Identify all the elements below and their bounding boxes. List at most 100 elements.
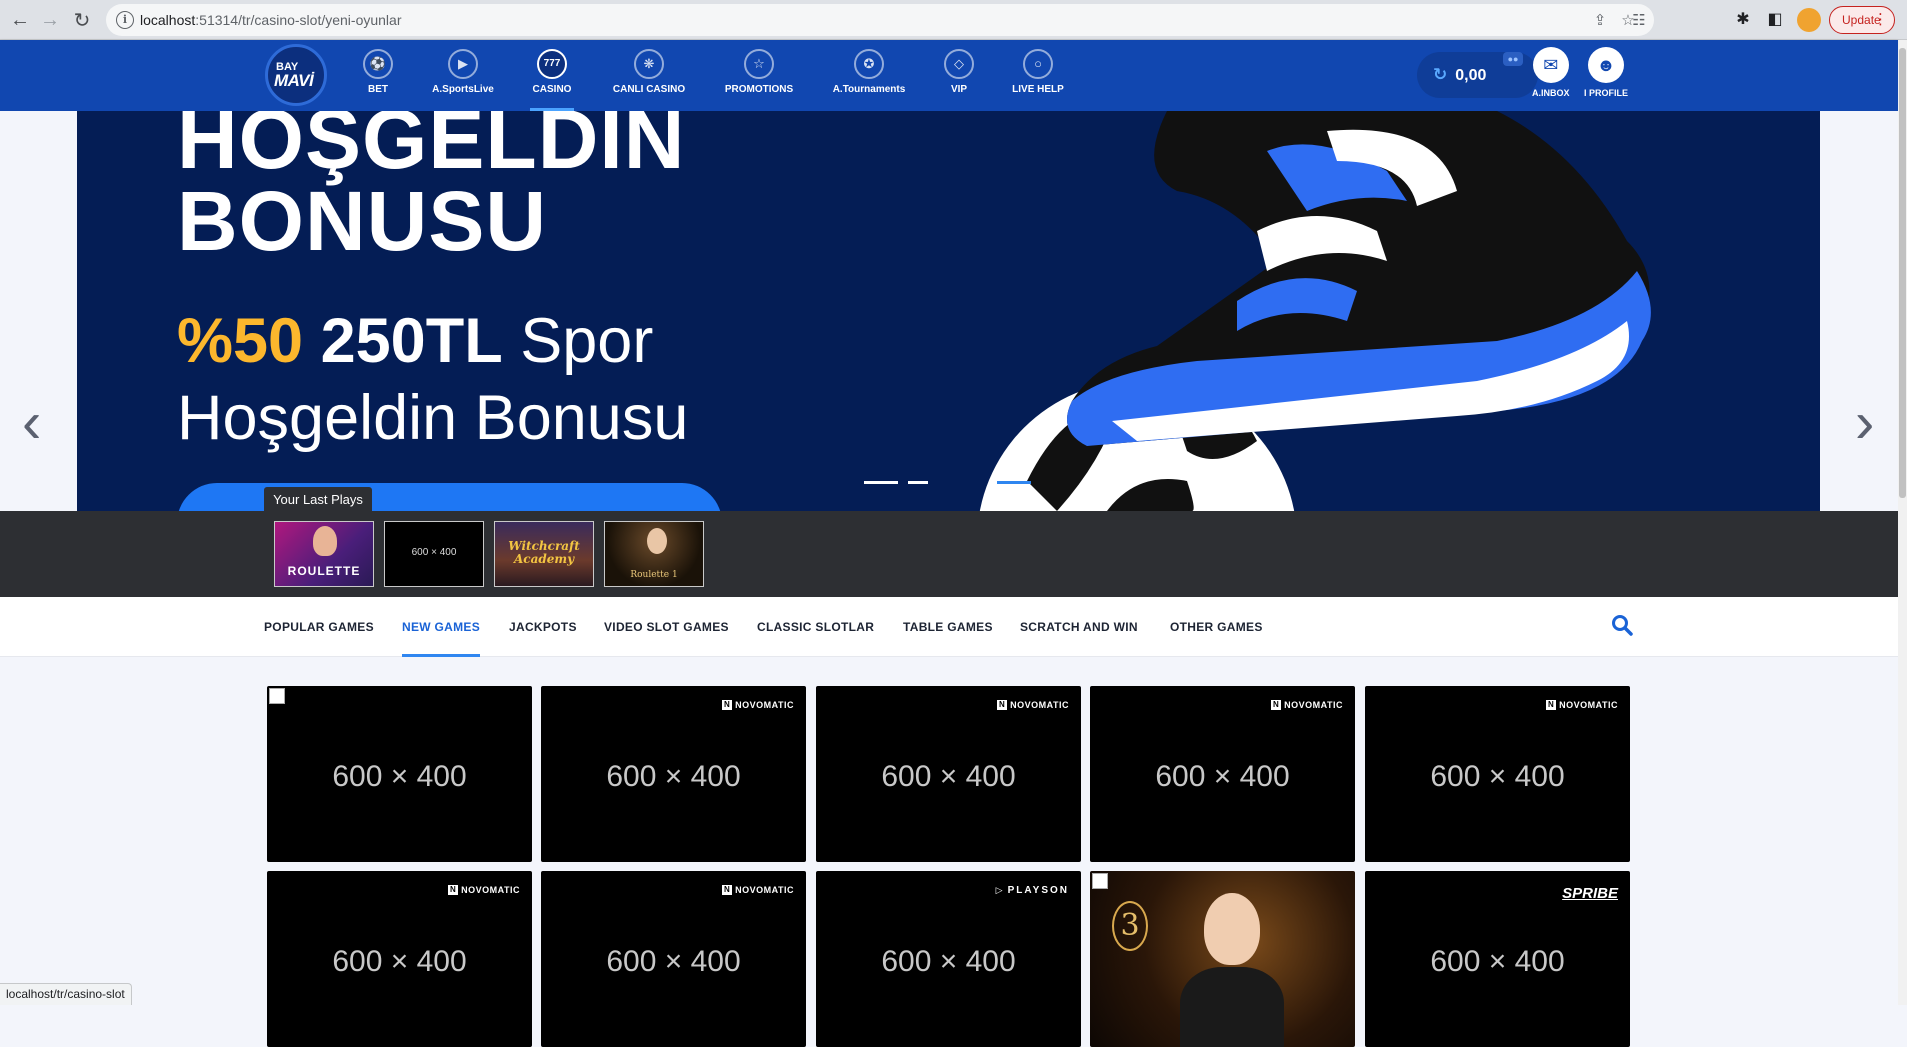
nav-label: PROMOTIONS [724, 84, 794, 95]
profile-avatar[interactable] [1797, 8, 1821, 32]
last-play-placeholder[interactable]: 600 × 400 [384, 521, 484, 587]
mask-icon: ●● [1503, 52, 1523, 66]
nav-tournaments[interactable]: ✪ A.Tournaments [830, 40, 908, 111]
chat-icon: ○ [1023, 49, 1053, 79]
game-card[interactable]: N NOVOMATIC 600 × 400 [1365, 686, 1630, 862]
last-play-label: 600 × 400 [411, 547, 457, 558]
hero-carousel: HOŞGELDİN BONUSU %50 250TL Spor Hoşgeldi… [0, 111, 1898, 605]
game-card[interactable]: N NOVOMATIC 600 × 400 [816, 686, 1081, 862]
carousel-prev-arrow[interactable]: ‹ [22, 394, 41, 452]
nav-promotions[interactable]: ☆ PROMOTIONS [722, 40, 796, 111]
nav-vip[interactable]: ◇ VIP [942, 40, 976, 111]
bookmark-star-icon[interactable]: ☆ [1618, 11, 1638, 31]
tab-table-games[interactable]: TABLE GAMES [903, 597, 993, 657]
last-play-roulette-1[interactable]: Roulette 1 [604, 521, 704, 587]
ball-icon: ⚽ [363, 49, 393, 79]
game-placeholder-text: 600 × 400 [881, 760, 1016, 793]
star-icon: ☆ [744, 49, 774, 79]
provider-name: PLAYSON [1007, 885, 1069, 896]
side-panel-icon[interactable]: ◧ [1763, 8, 1787, 32]
provider-logo: ▷ PLAYSON [995, 885, 1069, 896]
update-button[interactable]: Update [1829, 6, 1895, 34]
hero-title-line2: BONUSU [177, 174, 548, 268]
dealer-figure [313, 526, 337, 556]
game-card[interactable]: N NOVOMATIC 600 × 400 [267, 871, 532, 1047]
inbox-label: A.INBOX [1532, 88, 1570, 98]
game-placeholder-text: 600 × 400 [1430, 760, 1565, 793]
carousel-dot-active[interactable] [997, 481, 1031, 484]
logo-text-main: MAVİ [274, 71, 314, 90]
hero-subtitle: %50 250TL Spor [177, 305, 653, 377]
nav-casino[interactable]: 777 CASINO [530, 40, 574, 111]
tab-classic-slotlar[interactable]: CLASSIC SLOTLAR [757, 597, 874, 657]
play-icon: ▶ [448, 49, 478, 79]
site-header: BAY MAVİ ⚽ BET ▶ A.SportsLive 777 CASINO… [0, 40, 1898, 111]
profile-button[interactable]: ☻ I PROFILE [1584, 47, 1628, 98]
dealer-body [1180, 967, 1284, 1047]
envelope-icon: ✉ [1532, 47, 1569, 83]
nav-live-help[interactable]: ○ LIVE HELP [1010, 40, 1066, 111]
provider-logo: N NOVOMATIC [1546, 700, 1618, 710]
refresh-icon[interactable]: ↻ [1433, 52, 1447, 98]
game-card[interactable]: N NOVOMATIC 600 × 400 [541, 686, 806, 862]
site-info-icon[interactable]: i [116, 11, 134, 29]
inbox-button[interactable]: ✉ A.INBOX [1532, 47, 1570, 98]
tab-popular-games[interactable]: POPULAR GAMES [264, 597, 374, 657]
provider-name: NOVOMATIC [735, 885, 794, 895]
game-card[interactable]: 600 × 400 [267, 686, 532, 862]
777-icon: 777 [537, 49, 567, 79]
hero-cta-button[interactable] [177, 483, 722, 511]
tab-other-games[interactable]: OTHER GAMES [1170, 597, 1263, 657]
game-card[interactable]: ▷ PLAYSON 600 × 400 [816, 871, 1081, 1047]
reload-icon[interactable]: ↻ [70, 8, 94, 32]
dealer-face [1204, 893, 1260, 965]
url-text[interactable]: localhost:51314/tr/casino-slot/yeni-oyun… [140, 12, 402, 28]
search-icon[interactable] [1611, 614, 1633, 636]
game-card[interactable]: N NOVOMATIC 600 × 400 [1090, 686, 1355, 862]
tab-video-slot-games[interactable]: VIDEO SLOT GAMES [604, 597, 729, 657]
provider-name: SPRIBE [1562, 885, 1618, 902]
game-placeholder-text: 600 × 400 [332, 945, 467, 978]
game-placeholder-text: 600 × 400 [1155, 760, 1290, 793]
game-card[interactable]: SPRIBE 600 × 400 [1365, 871, 1630, 1047]
hero-amount: 250TL [320, 306, 503, 376]
broken-image-icon [1092, 873, 1108, 889]
user-icon: ☻ [1588, 47, 1624, 83]
forward-icon[interactable]: → [38, 8, 62, 32]
last-play-witchcraft[interactable]: Witchcraft Academy [494, 521, 594, 587]
game-placeholder-text: 600 × 400 [332, 760, 467, 793]
share-icon[interactable]: ⇪ [1590, 11, 1610, 31]
tab-new-games[interactable]: NEW GAMES [402, 597, 481, 657]
nav-label: LIVE HELP [1012, 84, 1064, 95]
provider-logo: N NOVOMATIC [722, 885, 794, 895]
provider-name: NOVOMATIC [461, 885, 520, 895]
nav-label: A.Tournaments [832, 84, 906, 95]
nav-bet[interactable]: ⚽ BET [361, 40, 395, 111]
carousel-dot[interactable] [908, 481, 928, 484]
back-icon[interactable]: ← [8, 8, 32, 32]
hero-banner[interactable]: HOŞGELDİN BONUSU %50 250TL Spor Hoşgeldi… [77, 111, 1820, 511]
nav-label: BET [368, 84, 388, 95]
browser-toolbar: ← → ↻ i localhost:51314/tr/casino-slot/y… [0, 0, 1907, 40]
game-card-live-dealer[interactable]: 3 [1090, 871, 1355, 1047]
sneaker-and-ball-illustration [979, 111, 1651, 511]
page-scrollbar[interactable] [1898, 40, 1907, 1005]
site-logo[interactable]: BAY MAVİ [265, 44, 327, 106]
carousel-next-arrow[interactable]: › [1855, 394, 1874, 452]
last-play-label: Roulette 1 [630, 570, 678, 580]
last-play-roulette[interactable]: ROULETTE [274, 521, 374, 587]
game-card[interactable]: N NOVOMATIC 600 × 400 [541, 871, 806, 1047]
provider-name: NOVOMATIC [1284, 700, 1343, 710]
scrollbar-thumb[interactable] [1899, 48, 1906, 498]
extensions-icon[interactable]: ✱ [1731, 8, 1755, 32]
tab-scratch-and-win[interactable]: SCRATCH AND WIN [1020, 597, 1138, 657]
tab-jackpots[interactable]: JACKPOTS [509, 597, 577, 657]
address-bar[interactable]: i localhost:51314/tr/casino-slot/yeni-oy… [106, 4, 1654, 36]
nav-label: A.SportsLive [432, 84, 494, 95]
nav-sportslive[interactable]: ▶ A.SportsLive [430, 40, 496, 111]
nav-canli-casino[interactable]: ❋ CANLI CASINO [610, 40, 688, 111]
provider-logo: N NOVOMATIC [997, 700, 1069, 710]
provider-logo: N NOVOMATIC [722, 700, 794, 710]
carousel-dot[interactable] [864, 481, 898, 484]
last-play-label: Witchcraft Academy [508, 539, 580, 566]
